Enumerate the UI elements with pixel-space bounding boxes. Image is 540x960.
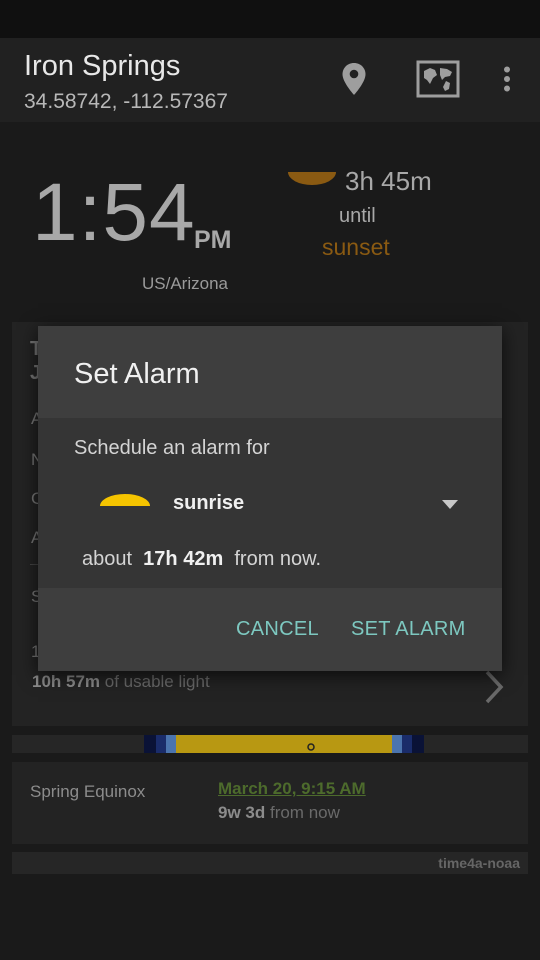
event-selector-dropdown[interactable]: sunrise	[78, 481, 470, 525]
equinox-date-link[interactable]: March 20, 9:15 AM	[218, 779, 366, 799]
app-bar: Iron Springs 34.58742, -112.57367	[0, 38, 540, 122]
footer-bar: time4a-noaa	[12, 852, 528, 874]
location-coordinates: 34.58742, -112.57367	[24, 90, 228, 113]
equinox-label: Spring Equinox	[30, 782, 146, 801]
note-prefix: about	[82, 548, 144, 570]
daylight-segment	[176, 735, 392, 753]
equinox-relative-suffix: from now	[265, 803, 340, 822]
astronomical-twilight-segment	[402, 735, 412, 753]
next-event-until: until	[339, 205, 376, 227]
location-pin-icon[interactable]	[330, 54, 378, 104]
civil-twilight-segment	[392, 735, 402, 753]
note-suffix: from now.	[223, 548, 322, 570]
current-time-ampm: PM	[194, 226, 232, 254]
timezone-label: US/Arizona	[142, 274, 228, 293]
usable-light-suffix: of usable light	[100, 672, 210, 691]
equinox-relative: 9w 3d from now	[218, 803, 340, 823]
status-bar	[0, 0, 540, 38]
current-time: 1:54	[32, 167, 196, 258]
world-map-icon[interactable]	[412, 54, 464, 104]
overflow-menu-icon[interactable]	[490, 54, 524, 104]
dropdown-arrow-icon	[442, 497, 458, 515]
note-duration: 17h 42m	[143, 548, 224, 570]
alarm-time-note: about 17h 42m from now.	[82, 548, 321, 571]
current-time-marker-icon	[306, 739, 316, 751]
sunset-icon	[288, 172, 336, 191]
usable-light-text: 10h 57m of usable light	[32, 672, 210, 692]
civil-twilight-segment	[166, 735, 176, 753]
next-event-countdown: 3h 45m	[345, 166, 432, 196]
dialog-header: Set Alarm	[38, 326, 502, 418]
sunrise-icon	[100, 493, 150, 511]
astronomical-twilight-segment	[156, 735, 166, 753]
dialog-button-bar: CANCEL SET ALARM	[38, 588, 502, 671]
dialog-title: Set Alarm	[74, 358, 200, 390]
selected-event-label: sunrise	[173, 492, 245, 514]
equinox-relative-value: 9w 3d	[218, 803, 266, 822]
set-alarm-dialog: Set Alarm Schedule an alarm for sunrise …	[38, 326, 502, 671]
dialog-message: Schedule an alarm for	[74, 437, 270, 459]
cancel-button[interactable]: CANCEL	[236, 618, 319, 641]
footer-brand: time4a-noaa	[438, 855, 520, 871]
usable-light-value: 10h 57m	[32, 672, 101, 691]
next-event-name: sunset	[322, 234, 390, 260]
set-alarm-button[interactable]: SET ALARM	[351, 618, 466, 641]
location-title: Iron Springs	[24, 50, 181, 82]
chevron-right-icon[interactable]	[484, 670, 504, 709]
night-segment	[144, 735, 156, 753]
night-segment	[412, 735, 424, 753]
